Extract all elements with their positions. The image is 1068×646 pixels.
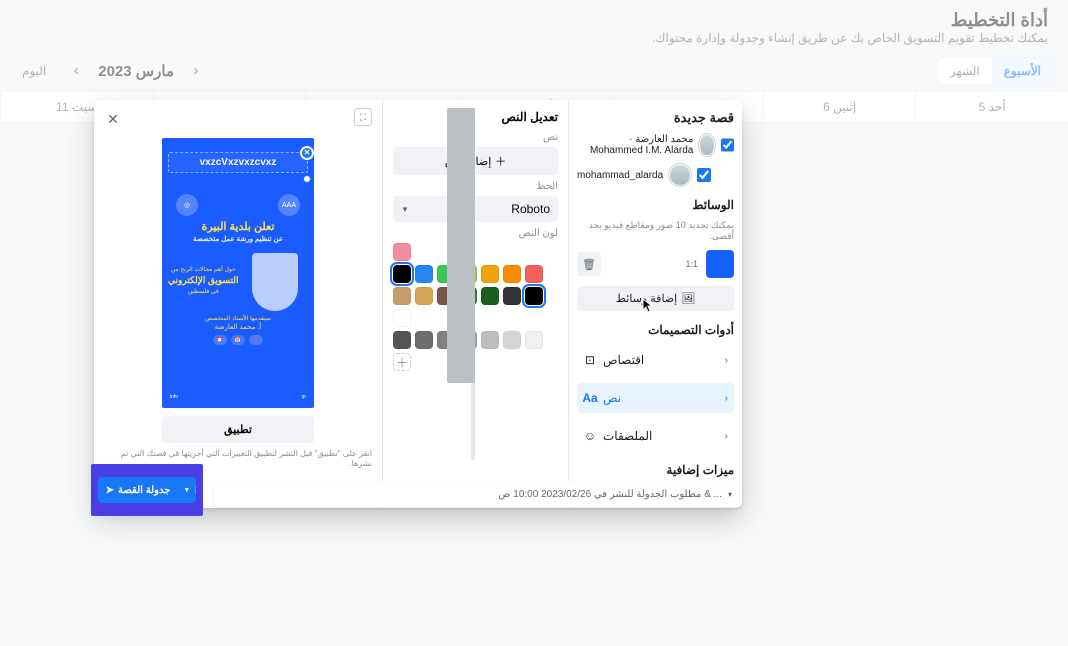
pill: 📍: [249, 335, 263, 345]
avatar: [699, 134, 715, 156]
color-swatch[interactable]: [481, 287, 499, 305]
preview-line: في فلسطين: [168, 288, 239, 296]
story-composer-modal: قصة جديدة محمد العارضة · Mohammed I.M. A…: [94, 100, 742, 508]
close-modal-button[interactable]: ✕: [102, 108, 124, 130]
font-select[interactable]: Roboto ▼: [393, 196, 558, 222]
color-swatch[interactable]: [393, 243, 411, 261]
chevron-left-icon: ‹: [725, 355, 728, 366]
schedule-info[interactable]: مطلوب الجدولة للنشر في 2023/02/26 10:00 …: [214, 481, 742, 507]
schedule-story-button[interactable]: ▼ جدولة القصة ➤: [98, 477, 197, 503]
text-icon: Aa: [583, 391, 597, 405]
account-checkbox[interactable]: [697, 168, 711, 182]
tool-stickers[interactable]: ‹ الملصقات ☺: [577, 421, 734, 451]
color-swatch[interactable]: [503, 287, 521, 305]
avatar: [669, 164, 691, 186]
preview-trainer: سيقدمها الأستاذ المتخصص: [168, 315, 308, 323]
text-panel-title: تعديل النص: [393, 110, 558, 124]
color-row-1: [393, 243, 558, 283]
pill: 📅: [231, 335, 245, 345]
resize-handle[interactable]: [303, 175, 311, 183]
delete-media-button[interactable]: 🗑: [577, 252, 601, 276]
color-swatch[interactable]: [525, 265, 543, 283]
account-row[interactable]: mohammad_alarda: [577, 164, 734, 186]
add-color-button[interactable]: ＋: [393, 353, 411, 371]
chevron-down-icon: ▾: [728, 490, 732, 499]
apply-button[interactable]: تطبيق: [162, 416, 314, 443]
tool-label: الملصقات: [603, 429, 652, 443]
preview-panel: ✕ ⛶ vxzcVxzvxzcvxz ✕ AAA ◎ تعلن بلدية ال…: [94, 100, 382, 508]
preview-line: حول أهم مجالات الربح من: [168, 266, 239, 274]
color-swatch[interactable]: [393, 309, 411, 327]
media-ratio: 1:1: [685, 259, 698, 269]
trash-icon: 🗑: [582, 258, 596, 271]
aspect-toggle-button[interactable]: ⛶: [354, 108, 372, 126]
person-image: [252, 253, 298, 311]
color-swatch[interactable]: [525, 331, 543, 349]
account-checkbox[interactable]: [721, 138, 734, 152]
scrollbar[interactable]: [471, 108, 475, 460]
font-field-label: الخط: [393, 181, 558, 192]
extras-section-label: ميزات إضافية: [577, 463, 734, 477]
color-swatch[interactable]: [415, 265, 433, 283]
text-field-label: نص: [393, 132, 558, 143]
media-hint: يمكنك تحديد 10 صور ومقاطع فيديو بحد أقصى…: [577, 220, 734, 242]
send-icon: ➤: [106, 485, 114, 496]
color-swatch[interactable]: [415, 287, 433, 305]
preview-headline: تعلن بلدية البيرة: [168, 220, 308, 233]
preview-foot: info: [170, 394, 178, 400]
add-text-button[interactable]: ＋ إضافة نص: [393, 147, 558, 175]
tool-label: نص: [603, 391, 621, 405]
text-layer[interactable]: vxzcVxzvxzcvxz ✕: [168, 152, 308, 173]
chevron-left-icon: ‹: [725, 431, 728, 442]
highlight-annotation: ▼ جدولة القصة ➤: [91, 464, 203, 516]
color-swatch[interactable]: [393, 331, 411, 349]
preview-trainer-name: أ. محمد العارضة: [168, 323, 308, 331]
color-field-label: لون النص: [393, 228, 558, 239]
composer-sidebar: قصة جديدة محمد العارضة · Mohammed I.M. A…: [568, 100, 742, 508]
font-value: Roboto: [511, 202, 550, 216]
tools-section-label: أدوات التصميمات: [577, 323, 734, 337]
chevron-left-icon: ‹: [725, 393, 728, 404]
color-swatch[interactable]: [503, 331, 521, 349]
tool-text[interactable]: ‹ نص Aa: [577, 383, 734, 413]
account-name: mohammad_alarda: [577, 170, 663, 181]
schedule-label: جدولة القصة: [118, 485, 170, 496]
logo-icon: ◎: [176, 194, 198, 216]
color-swatch[interactable]: [481, 265, 499, 283]
caret-down-icon: ▼: [401, 205, 409, 214]
color-row-2: [393, 287, 558, 305]
color-swatch[interactable]: [393, 287, 411, 305]
story-preview[interactable]: vxzcVxzvxzcvxz ✕ AAA ◎ تعلن بلدية البيرة…: [162, 138, 314, 408]
schedule-info-text: مطلوب الجدولة للنشر في 2023/02/26 10:00 …: [498, 489, 722, 500]
text-edit-panel: تعديل النص نص ＋ إضافة نص الخط Roboto ▼ ل…: [382, 100, 568, 508]
tool-label: اقتصاص: [603, 353, 644, 367]
media-thumbnail[interactable]: [706, 250, 734, 278]
preview-sub: عن تنظيم ورشة عمل متخصصة: [168, 235, 308, 243]
account-row[interactable]: محمد العارضة · Mohammed I.M. Alarda: [577, 134, 734, 156]
schedule-dropdown-toggle[interactable]: ▼: [178, 487, 196, 494]
add-media-label: إضافة وسائط: [616, 292, 677, 305]
color-swatch[interactable]: [393, 265, 411, 283]
logo-icon: AAA: [278, 194, 300, 216]
account-name: محمد العارضة · Mohammed I.M. Alarda: [577, 134, 693, 156]
preview-foot: qr: [302, 394, 306, 400]
color-swatch[interactable]: [415, 331, 433, 349]
color-swatch[interactable]: [503, 265, 521, 283]
preview-line: التسويق الإلكتروني: [168, 275, 239, 286]
pill: ⏰: [213, 335, 227, 345]
delete-layer-button[interactable]: ✕: [300, 146, 314, 160]
media-section-label: الوسائط: [577, 198, 734, 212]
color-row-3: [393, 309, 558, 349]
modal-title: قصة جديدة: [577, 110, 734, 126]
image-icon: 🖼: [681, 292, 695, 305]
add-media-button[interactable]: 🖼 إضافة وسائط: [577, 286, 734, 311]
color-swatch[interactable]: [481, 331, 499, 349]
text-layer-content: vxzcVxzvxzcvxz: [200, 157, 277, 168]
color-swatch[interactable]: [525, 287, 543, 305]
plus-icon: ＋: [495, 153, 506, 169]
sticker-icon: ☺: [583, 429, 597, 443]
crop-icon: ⊡: [583, 353, 597, 367]
tool-crop[interactable]: ‹ اقتصاص ⊡: [577, 345, 734, 375]
